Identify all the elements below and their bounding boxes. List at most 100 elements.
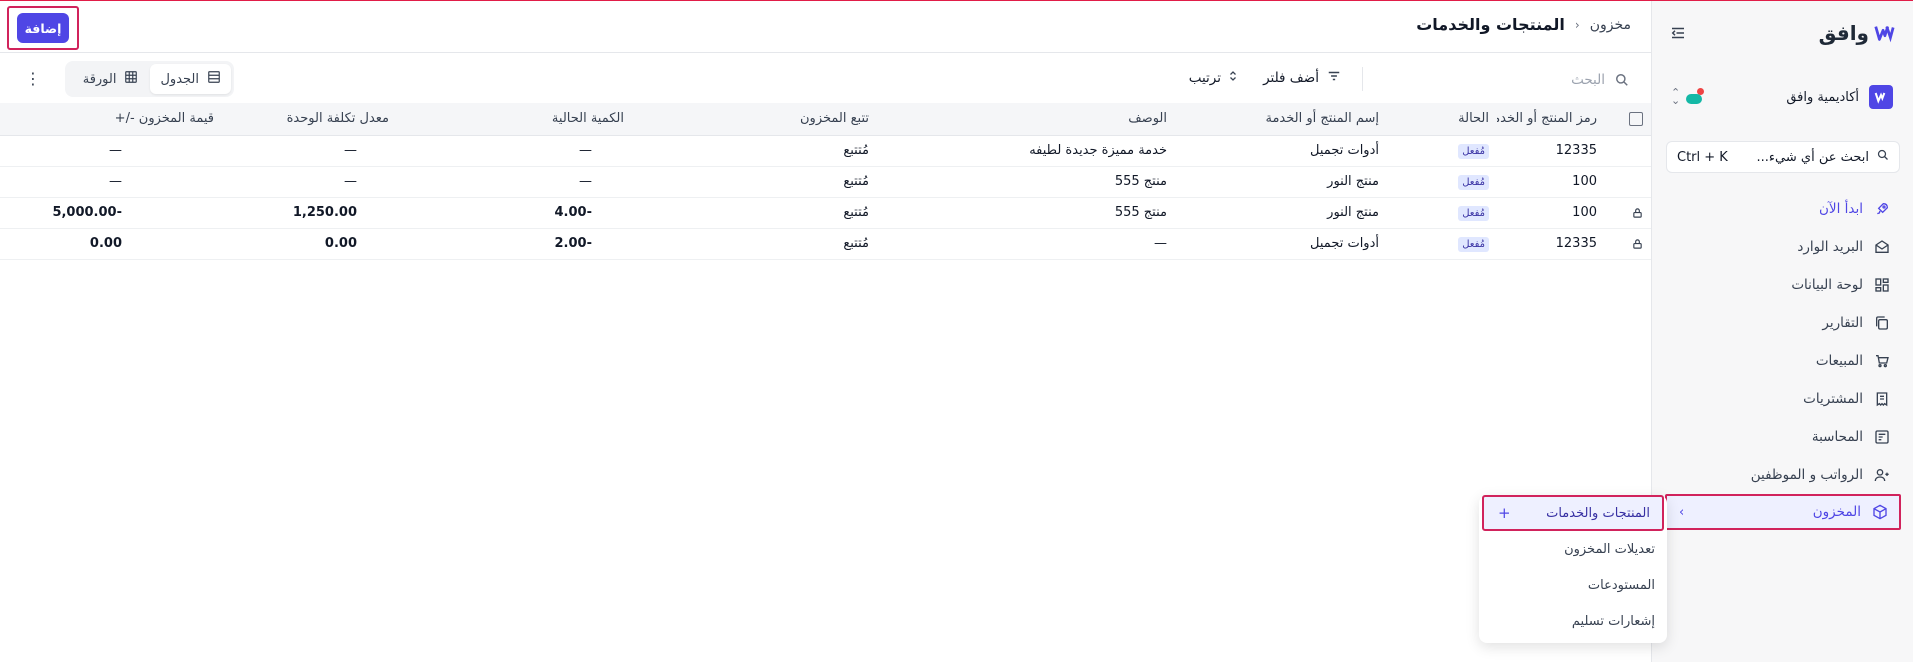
sidebar-item-label: البريد الوارد: [1797, 239, 1863, 255]
submenu-item-stock-adjustments[interactable]: تعديلات المخزون: [1479, 531, 1667, 567]
column-header[interactable]: الوصف: [877, 103, 1175, 136]
org-switcher[interactable]: أكاديمية وافق ⌃ ⌄: [1669, 77, 1895, 117]
submenu-item-products-services[interactable]: المنتجات والخدمات +: [1482, 495, 1664, 531]
search-icon: [1877, 149, 1889, 165]
cell-value: 0.00: [0, 228, 222, 260]
status-badge: مُفعل: [1458, 174, 1489, 190]
view-sheet-option[interactable]: الورقة: [73, 64, 149, 94]
search-shortcut: Ctrl + K: [1677, 149, 1728, 165]
sidebar-item-label: المشتريات: [1803, 391, 1863, 407]
cell-qty: -4.00: [397, 197, 632, 229]
cell-unit-cost: —: [222, 135, 397, 167]
sidebar-item-get-started[interactable]: ابدأ الآن: [1665, 190, 1901, 228]
sidebar-search[interactable]: ابحث عن أي شيء... Ctrl + K: [1666, 141, 1900, 173]
chevron-updown-icon[interactable]: ⌃ ⌄: [1671, 87, 1680, 106]
table-row[interactable]: 100 مُفعل منتج النور منتج 555 مُتتبع -4.…: [0, 197, 1651, 229]
sidebar-item-sales[interactable]: المبيعات: [1665, 342, 1901, 380]
sidebar-header: وافق: [1668, 19, 1895, 47]
cell-tracking: مُتتبع: [632, 197, 877, 229]
table-row[interactable]: 100 مُفعل منتج النور منتج 555 مُتتبع — —…: [0, 166, 1651, 198]
column-header[interactable]: الكمية الحالية: [397, 103, 632, 136]
column-header[interactable]: رمز المنتج أو الخدمة: [1497, 103, 1605, 136]
sidebar-item-inbox[interactable]: البريد الوارد: [1665, 228, 1901, 266]
cell-unit-cost: 0.00: [222, 228, 397, 260]
logo-text: وافق: [1818, 21, 1869, 45]
submenu-item-delivery-notes[interactable]: إشعارات تسليم: [1479, 603, 1667, 639]
add-button-highlight: إضافة: [7, 6, 79, 50]
notification-toggle-icon[interactable]: [1684, 88, 1706, 106]
cell-description: منتج 555: [877, 197, 1175, 229]
select-all-checkbox[interactable]: [1629, 111, 1643, 126]
cell-tracking: مُتتبع: [632, 135, 877, 167]
breadcrumb: مخزون ‹ المنتجات والخدمات: [1416, 15, 1631, 34]
chevron-left-icon: ‹: [1574, 17, 1580, 32]
cell-name: أدوات تجميل: [1175, 228, 1387, 260]
sidebar-item-reports[interactable]: التقارير: [1665, 304, 1901, 342]
more-options-icon[interactable]: ⋮: [25, 71, 41, 87]
inbox-icon: [1873, 238, 1891, 256]
sidebar-item-label: ابدأ الآن: [1818, 201, 1863, 217]
row-lock-cell: [1605, 228, 1651, 260]
toolbar-divider: [1362, 67, 1363, 91]
view-toggle: الجدول الورقة: [65, 61, 234, 97]
cell-qty: —: [397, 135, 632, 167]
products-table: رمز المنتج أو الخدمة الحالة إسم المنتج أ…: [0, 103, 1651, 260]
cart-icon: [1873, 352, 1891, 370]
logo-mark-icon: [1873, 22, 1895, 44]
page-header: مخزون ‹ المنتجات والخدمات إضافة: [0, 1, 1651, 53]
toolbar: البحث أضف فلتر ترتيب الجدول الورقة ⋮: [0, 55, 1651, 103]
cell-qty: —: [397, 166, 632, 198]
submenu-item-label: تعديلات المخزون: [1564, 541, 1655, 557]
org-controls: ⌃ ⌄: [1671, 87, 1706, 106]
sidebar-item-dashboard[interactable]: لوحة البيانات: [1665, 266, 1901, 304]
box-icon: [1871, 503, 1889, 521]
column-header[interactable]: قيمة المخزون -/+: [0, 103, 222, 136]
cell-name: منتج النور: [1175, 166, 1387, 198]
cell-description: منتج 555: [877, 166, 1175, 198]
column-header[interactable]: معدل تكلفة الوحدة: [222, 103, 397, 136]
rocket-icon: [1873, 200, 1891, 218]
sort-icon: [1227, 69, 1239, 87]
breadcrumb-parent[interactable]: مخزون: [1590, 17, 1631, 33]
submenu-item-warehouses[interactable]: المستودعات: [1479, 567, 1667, 603]
cell-status: مُفعل: [1387, 228, 1497, 260]
column-header[interactable]: إسم المنتج أو الخدمة: [1175, 103, 1387, 136]
logo[interactable]: وافق: [1819, 21, 1895, 45]
sheet-view-icon: [124, 70, 138, 88]
users-icon: [1873, 466, 1891, 484]
cell-value: —: [0, 166, 222, 198]
status-badge: مُفعل: [1458, 205, 1489, 221]
sidebar-item-purchases[interactable]: المشتريات: [1665, 380, 1901, 418]
search-placeholder: البحث: [1571, 72, 1605, 88]
lock-icon: [1632, 238, 1643, 250]
collapse-sidebar-icon[interactable]: [1668, 23, 1688, 43]
cell-tracking: مُتتبع: [632, 228, 877, 260]
view-table-option[interactable]: الجدول: [150, 64, 231, 94]
add-icon[interactable]: +: [1498, 504, 1511, 522]
sidebar-item-label: التقارير: [1822, 315, 1863, 331]
sidebar-nav: ابدأ الآن البريد الوارد لوحة البيانات ال…: [1665, 190, 1901, 530]
sidebar-item-accounting[interactable]: المحاسبة: [1665, 418, 1901, 456]
sidebar-item-inventory[interactable]: المخزون ›: [1665, 494, 1901, 530]
sort-button[interactable]: ترتيب: [1189, 69, 1239, 87]
add-button[interactable]: إضافة: [17, 13, 69, 43]
cell-tracking: مُتتبع: [632, 166, 877, 198]
sidebar-item-payroll[interactable]: الرواتب و الموظفين: [1665, 456, 1901, 494]
cell-status: مُفعل: [1387, 135, 1497, 167]
add-filter-button[interactable]: أضف فلتر: [1263, 69, 1341, 87]
column-header[interactable]: الحالة: [1387, 103, 1497, 136]
select-all-cell: [1605, 103, 1651, 136]
filter-icon: [1327, 69, 1341, 87]
sidebar-item-label: المخزون: [1812, 504, 1861, 520]
chevron-left-icon: ›: [1679, 504, 1685, 520]
submenu-item-label: المنتجات والخدمات: [1546, 505, 1650, 521]
search-input[interactable]: البحث: [1389, 66, 1629, 94]
view-sheet-label: الورقة: [82, 71, 117, 87]
column-header[interactable]: تتبع المخزون: [632, 103, 877, 136]
sidebar-search-label: ابحث عن أي شيء...: [1756, 149, 1869, 165]
org-avatar: [1869, 85, 1893, 109]
cell-unit-cost: 1,250.00: [222, 197, 397, 229]
cell-name: أدوات تجميل: [1175, 135, 1387, 167]
table-row[interactable]: 12335 مُفعل أدوات تجميل خدمة مميزة جديدة…: [0, 135, 1651, 167]
table-row[interactable]: 12335 مُفعل أدوات تجميل — مُتتبع -2.00 0…: [0, 228, 1651, 260]
